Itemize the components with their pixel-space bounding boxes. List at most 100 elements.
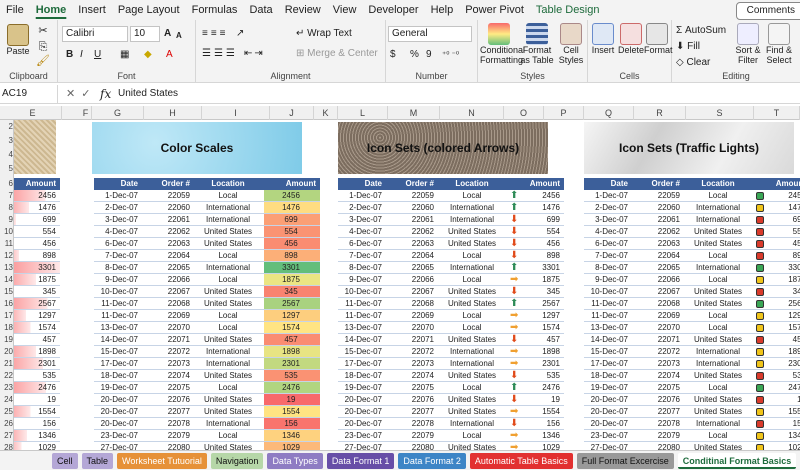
order-cell[interactable]: 22063 (384, 238, 436, 249)
order-cell[interactable]: 22073 (630, 358, 682, 369)
order-cell[interactable]: 22080 (630, 442, 682, 450)
date-cell[interactable]: 18-Dec-07 (94, 370, 140, 381)
amount-cell[interactable]: 457 (754, 334, 800, 345)
amount-cell[interactable]: 2476 (14, 382, 60, 393)
sheet-tab-table[interactable]: Table (81, 452, 114, 469)
date-cell[interactable]: 17-Dec-07 (94, 358, 140, 369)
location-cell[interactable]: Local (192, 430, 264, 441)
amount-cell[interactable]: 1875 (14, 274, 60, 285)
location-cell[interactable]: United States (192, 370, 264, 381)
location-cell[interactable]: United States (192, 238, 264, 249)
fill-color-icon[interactable]: ◆ (144, 48, 152, 62)
date-cell[interactable]: 27-Dec-07 (338, 442, 384, 450)
sort-filter-button[interactable]: Sort & Filter (734, 23, 762, 65)
cell-styles-button[interactable]: Cell Styles (556, 23, 586, 65)
format-as-table-button[interactable]: Format as Table (520, 23, 554, 65)
amount-cell[interactable]: 345 (754, 286, 800, 297)
location-cell[interactable]: Local (682, 274, 754, 285)
date-cell[interactable]: 15-Dec-07 (338, 346, 384, 357)
column-header-j[interactable]: J (270, 106, 314, 120)
header-amount[interactable]: Amount (264, 178, 320, 190)
row-header[interactable]: 8 (0, 202, 13, 214)
location-cell[interactable]: Local (192, 190, 264, 201)
order-cell[interactable]: 22073 (384, 358, 436, 369)
order-cell[interactable]: 22059 (140, 190, 192, 201)
location-cell[interactable]: International (436, 358, 508, 369)
merge-center-button[interactable]: ⊞ Merge & Center (296, 47, 378, 61)
row-header[interactable]: 27 (0, 430, 13, 442)
amount-cell[interactable]: 3301 (14, 262, 60, 273)
comma-button[interactable]: 9 (426, 48, 432, 62)
amount-cell[interactable]: 19 (264, 394, 320, 405)
menu-help[interactable]: Help (425, 0, 460, 20)
order-cell[interactable]: 22072 (140, 346, 192, 357)
order-cell[interactable]: 22076 (630, 394, 682, 405)
header-date[interactable]: Date (94, 178, 140, 190)
location-cell[interactable]: United States (436, 286, 508, 297)
amount-cell[interactable]: 1554 (14, 406, 60, 417)
wrap-text-button[interactable]: ↵ Wrap Text (296, 27, 352, 41)
amount-cell[interactable]: ⬆ 1476 (508, 202, 564, 213)
column-header-l[interactable]: L (338, 106, 388, 120)
location-cell[interactable]: International (682, 418, 754, 429)
amount-cell[interactable]: 1574 (14, 322, 60, 333)
amount-cell[interactable]: 1898 (264, 346, 320, 357)
order-cell[interactable]: 22060 (140, 202, 192, 213)
location-cell[interactable]: Local (436, 274, 508, 285)
amount-cell[interactable]: 699 (754, 214, 800, 225)
amount-cell[interactable]: ⬆ 2456 (508, 190, 564, 201)
date-cell[interactable]: 4-Dec-07 (94, 226, 140, 237)
date-cell[interactable]: 27-Dec-07 (584, 442, 630, 450)
date-cell[interactable]: 20-Dec-07 (584, 418, 630, 429)
order-cell[interactable]: 22061 (630, 214, 682, 225)
amount-cell[interactable]: 1029 (264, 442, 320, 450)
date-cell[interactable]: 11-Dec-07 (94, 310, 140, 321)
order-cell[interactable]: 22071 (630, 334, 682, 345)
amount-cell[interactable]: 1476 (14, 202, 60, 213)
date-cell[interactable]: 10-Dec-07 (94, 286, 140, 297)
order-cell[interactable]: 22077 (140, 406, 192, 417)
date-cell[interactable]: 7-Dec-07 (338, 250, 384, 261)
column-header-e[interactable]: E (4, 106, 62, 120)
column-header-t[interactable]: T (754, 106, 800, 120)
amount-cell[interactable]: 1574 (264, 322, 320, 333)
order-cell[interactable]: 22059 (630, 190, 682, 201)
amount-cell[interactable]: ➡ 1875 (508, 274, 564, 285)
order-cell[interactable]: 22075 (140, 382, 192, 393)
amount-cell[interactable]: 3301 (754, 262, 800, 273)
menu-power-pivot[interactable]: Power Pivot (459, 0, 530, 20)
column-header-s[interactable]: S (686, 106, 754, 120)
location-cell[interactable]: International (682, 262, 754, 273)
amount-cell[interactable]: 1029 (754, 442, 800, 450)
amount-cell[interactable]: 554 (14, 226, 60, 237)
location-cell[interactable]: Local (192, 382, 264, 393)
menu-formulas[interactable]: Formulas (186, 0, 244, 20)
date-cell[interactable]: 20-Dec-07 (338, 418, 384, 429)
amount-cell[interactable]: ⬇ 535 (508, 370, 564, 381)
date-cell[interactable]: 4-Dec-07 (584, 226, 630, 237)
amount-cell[interactable]: 2301 (264, 358, 320, 369)
order-cell[interactable]: 22065 (384, 262, 436, 273)
order-cell[interactable]: 22060 (630, 202, 682, 213)
font-size-box[interactable]: 10 (130, 26, 160, 42)
date-cell[interactable]: 9-Dec-07 (338, 274, 384, 285)
order-cell[interactable]: 22070 (140, 322, 192, 333)
orientation-icon[interactable]: ↗ (236, 27, 244, 41)
row-header[interactable]: 7 (0, 190, 13, 202)
date-cell[interactable]: 20-Dec-07 (94, 418, 140, 429)
amount-cell[interactable]: ⬇ 156 (508, 418, 564, 429)
date-cell[interactable]: 20-Dec-07 (338, 394, 384, 405)
column-header-n[interactable]: N (440, 106, 504, 120)
location-cell[interactable]: United States (436, 442, 508, 450)
location-cell[interactable]: International (436, 262, 508, 273)
date-cell[interactable]: 1-Dec-07 (584, 190, 630, 201)
date-cell[interactable]: 19-Dec-07 (584, 382, 630, 393)
location-cell[interactable]: United States (682, 394, 754, 405)
amount-cell[interactable]: 457 (264, 334, 320, 345)
date-cell[interactable]: 27-Dec-07 (94, 442, 140, 450)
location-cell[interactable]: United States (436, 370, 508, 381)
decimal-icons[interactable]: ⁺⁰ ⁻⁰ (442, 48, 459, 62)
order-cell[interactable]: 22074 (140, 370, 192, 381)
amount-cell[interactable]: 1346 (754, 430, 800, 441)
column-header-k[interactable]: K (314, 106, 338, 120)
